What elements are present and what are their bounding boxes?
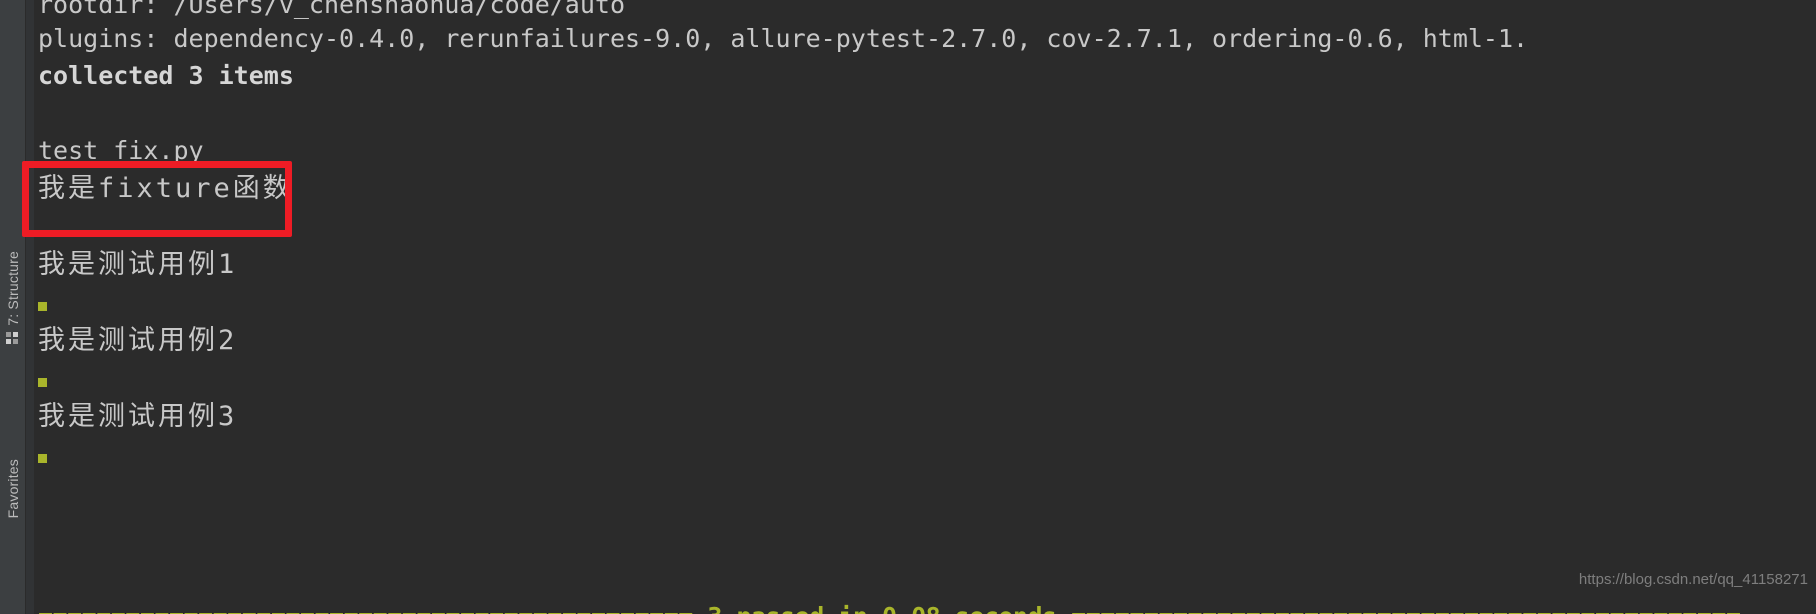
sidebar-item-favorites-label: Favorites xyxy=(5,458,21,518)
console-line-fixture-print: 我是fixture函数 xyxy=(38,173,293,204)
structure-grid-icon xyxy=(6,332,20,346)
pass-dot-marker xyxy=(38,378,47,387)
tool-window-stripe: 7: Structure Favorites xyxy=(0,0,26,614)
pytest-pass-dot xyxy=(38,448,47,467)
pass-dot-marker xyxy=(38,302,47,311)
pycharm-run-console-window: 7: Structure Favorites rootdir: /Users/v… xyxy=(0,0,1816,614)
watermark-url: https://blog.csdn.net/qq_41158271 xyxy=(1578,571,1808,588)
sidebar-item-structure-label: 7: Structure xyxy=(5,251,21,326)
pytest-pass-dot xyxy=(38,372,47,391)
pass-dot-marker xyxy=(38,454,47,463)
console-line-case-1: 我是测试用例1 xyxy=(38,249,238,280)
console-line-plugins: plugins: dependency-0.4.0, rerunfailures… xyxy=(38,24,1529,53)
pytest-pass-dot xyxy=(38,296,47,315)
console-line-test-file: test_fix.py xyxy=(38,136,204,165)
console-output[interactable]: rootdir: /Users/v_chenshaohua/code/auto p… xyxy=(34,0,1816,614)
sidebar-item-structure[interactable]: 7: Structure xyxy=(0,251,26,346)
console-line-case-2: 我是测试用例2 xyxy=(38,325,238,356)
console-gutter xyxy=(26,0,34,614)
sidebar-item-favorites[interactable]: Favorites xyxy=(0,459,26,518)
console-line-summary: ========================================… xyxy=(38,598,1741,614)
console-line-case-3: 我是测试用例3 xyxy=(38,401,238,432)
console-line-collected: collected 3 items xyxy=(38,61,294,90)
